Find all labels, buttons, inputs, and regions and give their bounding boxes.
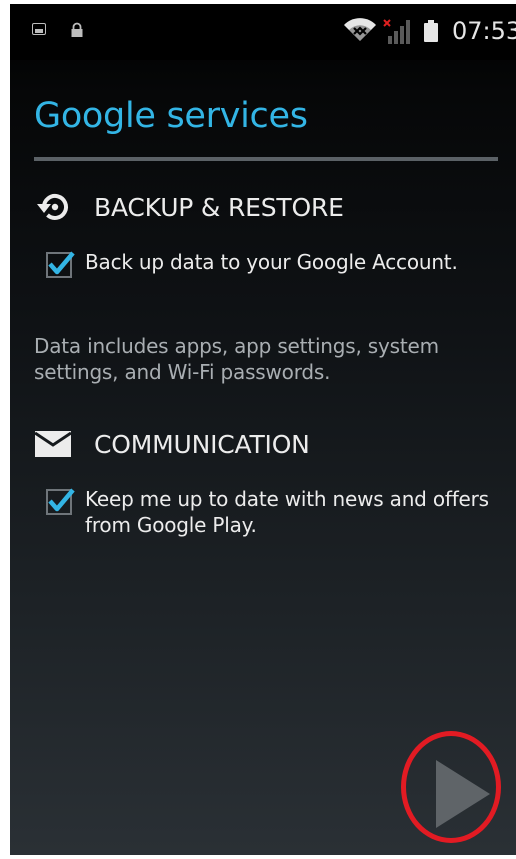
backup-section-header: BACKUP & RESTORE: [34, 187, 344, 227]
status-bar: 07:53: [10, 4, 516, 60]
communication-section-header: COMMUNICATION: [34, 424, 310, 464]
backup-checkbox[interactable]: [46, 251, 75, 278]
restore-icon: [34, 191, 72, 223]
backup-info-text: Data includes apps, app settings, system…: [34, 334, 439, 384]
backup-checkbox-label[interactable]: Back up data to your Google Account.: [85, 249, 458, 275]
page-title: Google services: [34, 96, 308, 136]
envelope-icon: [34, 428, 72, 460]
communication-label-line1: Keep me up to date with news and offers: [85, 487, 489, 511]
clock: 07:53: [452, 17, 516, 45]
no-signal-icon: [383, 19, 410, 44]
gallery-icon: [32, 23, 46, 35]
title-divider: [34, 157, 498, 161]
wifi-icon: [344, 18, 376, 41]
checkmark-icon: [48, 251, 75, 275]
backup-heading: BACKUP & RESTORE: [94, 192, 344, 222]
checkmark-icon: [48, 488, 75, 512]
lock-icon: [71, 22, 83, 37]
next-button[interactable]: [428, 756, 494, 832]
communication-checkbox-label[interactable]: Keep me up to date with news and offers …: [85, 486, 489, 538]
communication-label-line2: from Google Play.: [85, 513, 257, 537]
communication-heading: COMMUNICATION: [94, 429, 310, 459]
play-arrow-icon: [436, 760, 490, 828]
setup-screen: 07:53 Google services BACKUP & RESTORE B…: [10, 4, 516, 855]
battery-icon: [424, 20, 438, 42]
communication-checkbox[interactable]: [46, 488, 75, 515]
